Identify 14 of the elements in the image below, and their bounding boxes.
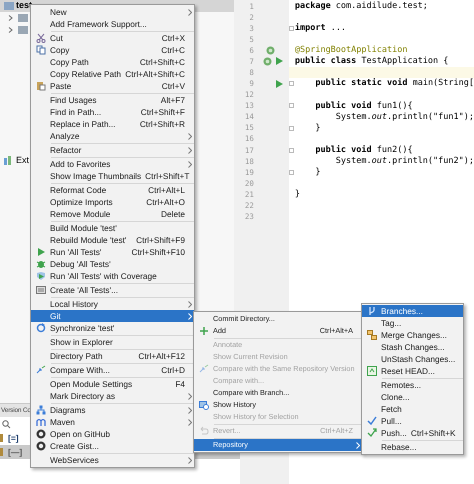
change-list-label: [=] bbox=[8, 432, 19, 444]
code-text: public static void main(String[ bbox=[314, 77, 474, 90]
code-text: } bbox=[294, 188, 300, 201]
code-text: System.out.println("fun1"); bbox=[334, 110, 474, 124]
code-text: package com.aidilude.test; bbox=[294, 0, 428, 13]
code-text: @SpringBootApplication bbox=[294, 44, 408, 56]
code-text: public class TestApplication { bbox=[294, 55, 448, 68]
change-list-label: [—] bbox=[8, 446, 22, 458]
code-text: System.out.println("fun2"); bbox=[334, 154, 474, 168]
code-text: public void fun1(){ bbox=[314, 100, 413, 112]
code-text: } bbox=[314, 166, 320, 179]
code-text: } bbox=[314, 122, 320, 134]
code-text: import ... bbox=[294, 22, 346, 35]
code-text: public void fun2(){ bbox=[314, 144, 413, 156]
